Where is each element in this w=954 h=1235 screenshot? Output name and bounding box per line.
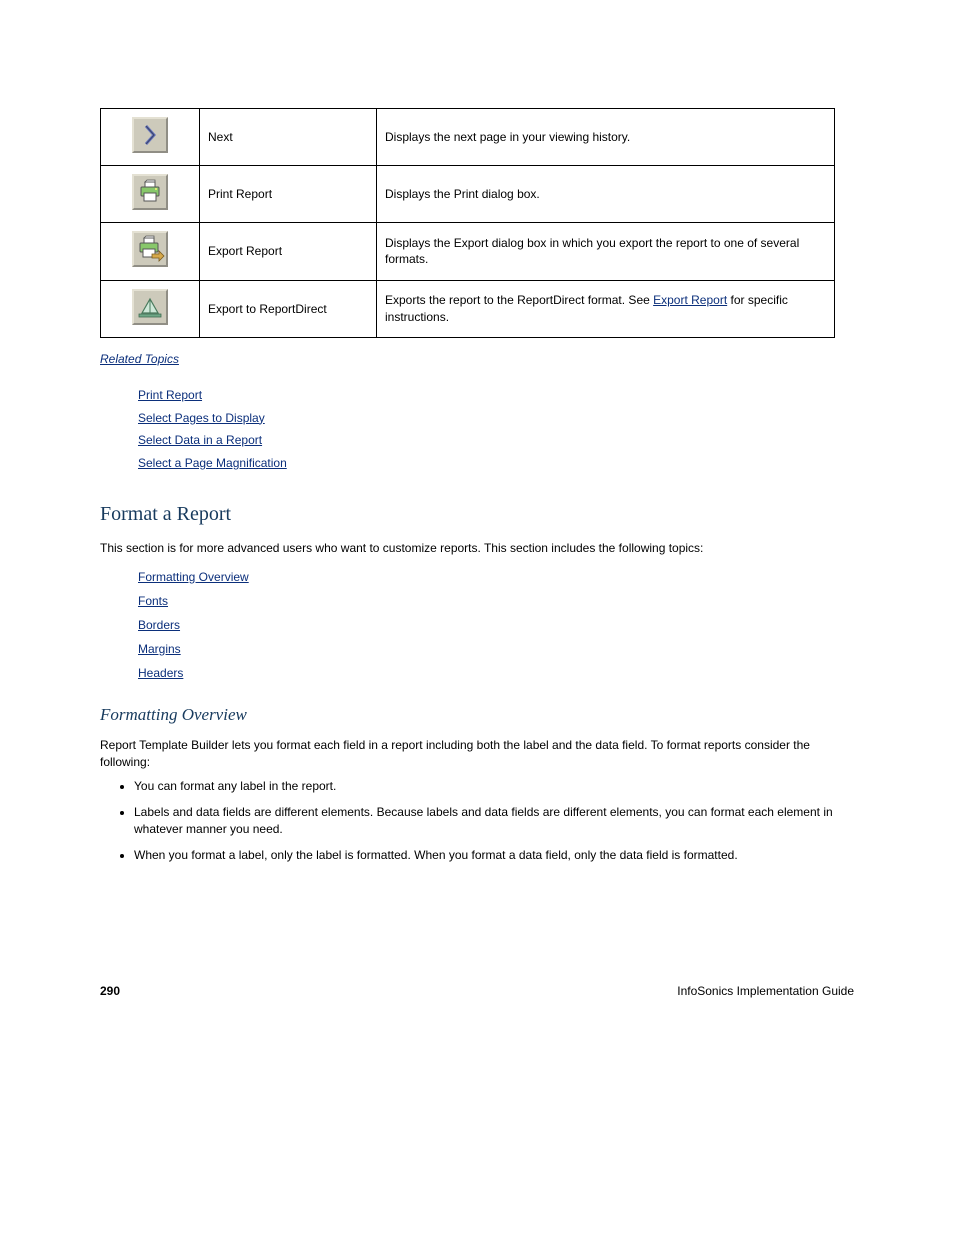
button-desc-cell: Displays the Print dialog box. [377,166,835,223]
button-desc-cell: Exports the report to the ReportDirect f… [377,280,835,337]
button-name-cell: Export Report [200,223,377,280]
toc-link[interactable]: Borders [138,618,180,632]
toc-link[interactable]: Formatting Overview [138,570,249,584]
printer-icon [132,174,168,210]
section-intro: This section is for more advanced users … [100,540,854,557]
list-item: When you format a label, only the label … [134,847,854,864]
toc-link[interactable]: Margins [138,642,181,656]
related-link[interactable]: Select Data in a Report [138,433,262,447]
toc-link[interactable]: Fonts [138,594,168,608]
related-link[interactable]: Print Report [138,388,202,402]
page-number: 290 [100,984,120,998]
toolbar-buttons-table: Next Displays the next page in your view… [100,108,835,338]
button-desc-cell: Displays the next page in your viewing h… [377,109,835,166]
desc-text: Exports the report to the ReportDirect f… [385,293,653,307]
table-row: Print Report Displays the Print dialog b… [101,166,835,223]
section-heading-overview: Formatting Overview [100,705,854,725]
table-row: Export Report Displays the Export dialog… [101,223,835,280]
chevron-right-icon [132,117,168,153]
toc-link[interactable]: Headers [138,666,183,680]
overview-paragraph: Report Template Builder lets you format … [100,737,854,771]
doc-title: InfoSonics Implementation Guide [677,984,854,998]
button-name-cell: Print Report [200,166,377,223]
list-item: Labels and data fields are different ele… [134,804,854,839]
related-topics-heading[interactable]: Related Topics [100,352,179,366]
table-row: Export to ReportDirect Exports the repor… [101,280,835,337]
overview-bullet-list: You can format any label in the report. … [134,778,854,864]
button-name-cell: Next [200,109,377,166]
export-report-link[interactable]: Export Report [653,293,727,307]
related-link[interactable]: Select Pages to Display [138,411,265,425]
page-footer: 290 InfoSonics Implementation Guide [100,984,854,998]
export-report-icon [132,289,168,325]
printer-export-icon [132,231,168,267]
table-row: Next Displays the next page in your view… [101,109,835,166]
button-name-cell: Export to ReportDirect [200,280,377,337]
section-heading-format: Format a Report [100,503,854,526]
button-desc-cell: Displays the Export dialog box in which … [377,223,835,280]
related-link[interactable]: Select a Page Magnification [138,456,287,470]
list-item: You can format any label in the report. [134,778,854,795]
